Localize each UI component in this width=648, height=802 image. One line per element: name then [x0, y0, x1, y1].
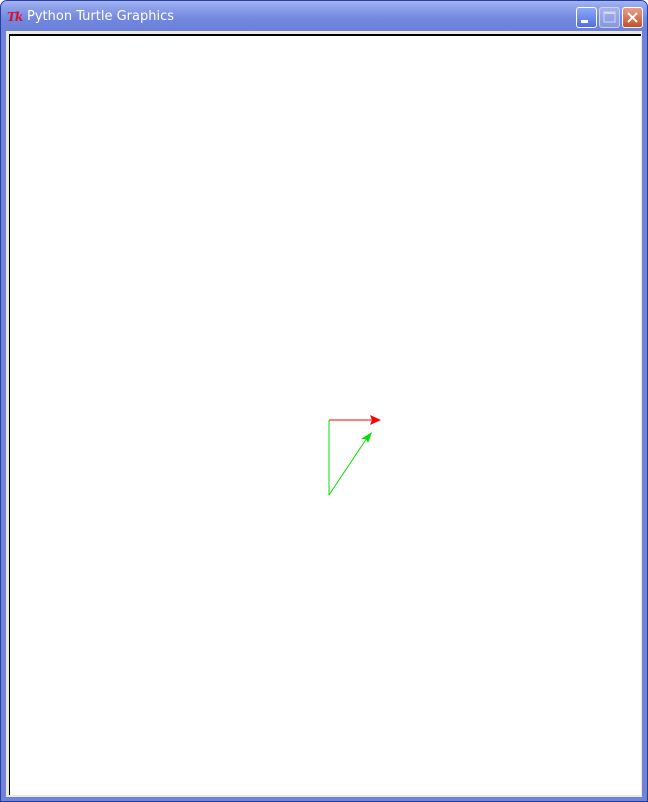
turtle-canvas[interactable]	[9, 34, 641, 795]
green-turtle-path	[328, 420, 372, 496]
maximize-icon	[603, 11, 616, 23]
turtle-window: Tk Python Turtle Graphics	[0, 0, 648, 802]
minimize-icon	[581, 20, 588, 23]
window-title: Python Turtle Graphics	[27, 9, 174, 24]
window-client-area	[6, 31, 642, 797]
maximize-button[interactable]	[599, 7, 620, 28]
green-diagonal-line	[328, 437, 368, 496]
tk-app-icon[interactable]: Tk	[7, 9, 25, 25]
title-bar[interactable]: Tk Python Turtle Graphics	[1, 1, 647, 31]
minimize-button[interactable]	[576, 7, 597, 28]
turtle-drawing	[328, 415, 381, 496]
close-icon	[627, 12, 638, 23]
green-turtle-arrow-icon	[361, 432, 372, 443]
close-button[interactable]	[622, 7, 643, 28]
